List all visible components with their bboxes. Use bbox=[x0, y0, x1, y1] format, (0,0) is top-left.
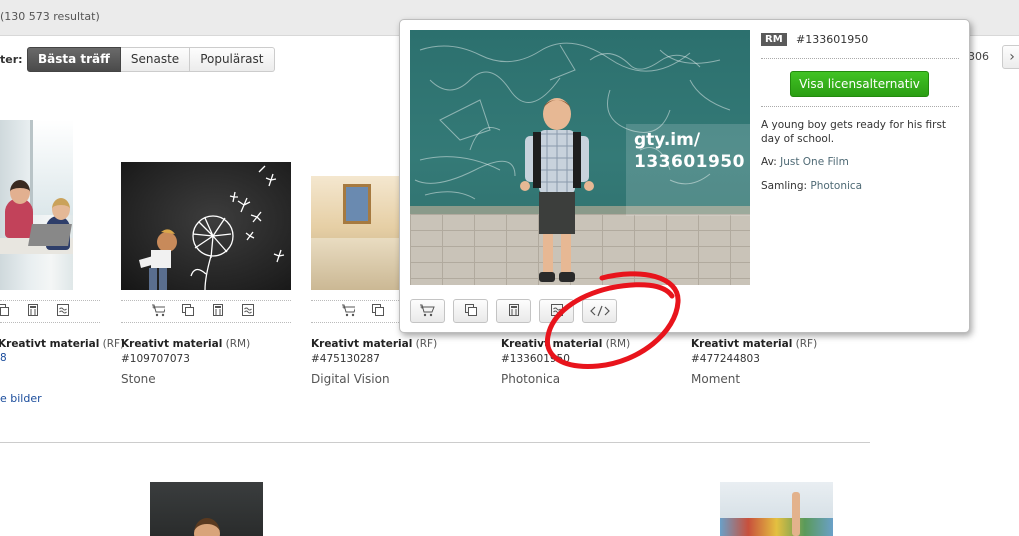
next-page-button[interactable]: › bbox=[1002, 45, 1019, 69]
lightbox-icon[interactable] bbox=[181, 303, 195, 317]
watermark-line-1: gty.im/ bbox=[634, 130, 701, 150]
result-thumbnail-3[interactable] bbox=[311, 176, 401, 290]
page-number: 306 bbox=[968, 50, 989, 63]
lightbox-icon[interactable] bbox=[0, 303, 10, 317]
add-to-lightbox-button[interactable] bbox=[453, 299, 488, 323]
result-collection[interactable]: Stone bbox=[121, 372, 250, 387]
sort-latest-button[interactable]: Senaste bbox=[120, 47, 191, 72]
similar-icon[interactable] bbox=[56, 303, 70, 317]
row-divider bbox=[0, 442, 870, 443]
result-title: Kreativt material bbox=[0, 338, 100, 350]
price-calculator-button[interactable] bbox=[496, 299, 531, 323]
divider bbox=[311, 300, 401, 301]
result-collection[interactable]: Digital Vision bbox=[311, 372, 437, 387]
photographer-link[interactable]: Just One Film bbox=[780, 156, 849, 168]
add-to-cart-icon bbox=[419, 302, 437, 321]
result-id: #109707073 bbox=[121, 353, 190, 365]
photographer-label: Av: bbox=[761, 156, 777, 168]
similar-icon bbox=[550, 302, 564, 321]
result-count: (130 573 resultat) bbox=[0, 10, 100, 23]
collection-line: Samling: Photonica bbox=[761, 180, 862, 192]
lightbox-icon[interactable] bbox=[371, 303, 385, 317]
divider bbox=[311, 322, 401, 323]
embed-code-icon bbox=[589, 302, 611, 321]
result-actions-2 bbox=[151, 303, 255, 317]
result-id: #133601950 bbox=[501, 353, 570, 365]
result-thumbnail-6[interactable] bbox=[150, 482, 263, 536]
result-license: (RF) bbox=[795, 338, 818, 350]
result-license: (RM) bbox=[605, 338, 631, 350]
license-badge: RM bbox=[761, 33, 787, 46]
result-meta-3: Kreativt material (RF) #475130287 Digita… bbox=[311, 337, 437, 387]
sort-label: ter: bbox=[0, 53, 23, 66]
result-meta-1: Kreativt material (RF) bbox=[0, 337, 124, 352]
result-id: #475130287 bbox=[311, 353, 380, 365]
result-actions-1 bbox=[0, 303, 70, 317]
add-to-cart-button[interactable] bbox=[410, 299, 445, 323]
more-images-link[interactable]: e bilder bbox=[0, 392, 42, 405]
result-title: Kreativt material bbox=[691, 338, 793, 350]
result-meta-2: Kreativt material (RM) #109707073 Stone bbox=[121, 337, 250, 387]
divider bbox=[121, 322, 291, 323]
watermark-line-2: 133601950 bbox=[634, 152, 745, 172]
calculator-icon[interactable] bbox=[26, 303, 40, 317]
embed-code-button[interactable] bbox=[582, 299, 617, 323]
photographer-line: Av: Just One Film bbox=[761, 156, 849, 168]
divider bbox=[761, 106, 959, 107]
result-title: Kreativt material bbox=[121, 338, 223, 350]
similar-images-button[interactable] bbox=[539, 299, 574, 323]
lightbox-icon bbox=[464, 302, 478, 321]
add-to-cart-icon[interactable] bbox=[151, 303, 165, 317]
image-id: #133601950 bbox=[796, 33, 869, 46]
divider bbox=[0, 300, 100, 301]
image-description: A young boy gets ready for his first day… bbox=[761, 119, 947, 145]
sort-best-match-button[interactable]: Bästa träff bbox=[27, 47, 121, 72]
result-license: (RF) bbox=[415, 338, 438, 350]
result-id-link[interactable]: 8 bbox=[0, 352, 7, 364]
result-meta-5: Kreativt material (RF) #477244803 Moment bbox=[691, 337, 817, 387]
calculator-icon[interactable] bbox=[211, 303, 225, 317]
result-title: Kreativt material bbox=[501, 338, 603, 350]
result-collection[interactable]: Photonica bbox=[501, 372, 630, 387]
result-thumbnail-2[interactable] bbox=[121, 162, 291, 290]
preview-actions bbox=[410, 299, 617, 323]
sort-group: Bästa träff Senaste Populärast bbox=[27, 47, 275, 72]
result-collection[interactable]: Moment bbox=[691, 372, 817, 387]
license-options-button[interactable]: Visa licensalternativ bbox=[790, 71, 929, 97]
result-meta-4: Kreativt material (RM) #133601950 Photon… bbox=[501, 337, 630, 387]
result-license: (RM) bbox=[225, 338, 251, 350]
result-thumbnail-7[interactable] bbox=[720, 482, 833, 536]
calculator-icon bbox=[507, 302, 521, 321]
sort-popular-button[interactable]: Populärast bbox=[190, 47, 275, 72]
result-thumbnail-1[interactable] bbox=[0, 120, 73, 290]
image-preview-popup: gty.im/ 133601950 RM #133601950 Visa lic… bbox=[399, 19, 970, 333]
divider bbox=[761, 58, 959, 59]
result-actions-3 bbox=[341, 303, 385, 317]
result-id: #477244803 bbox=[691, 353, 760, 365]
result-title: Kreativt material bbox=[311, 338, 413, 350]
divider bbox=[121, 300, 291, 301]
add-to-cart-icon[interactable] bbox=[341, 303, 355, 317]
similar-icon[interactable] bbox=[241, 303, 255, 317]
collection-label: Samling: bbox=[761, 180, 808, 192]
chevron-right-icon: › bbox=[1009, 49, 1015, 65]
watermark: gty.im/ 133601950 bbox=[626, 124, 750, 216]
preview-image[interactable]: gty.im/ 133601950 bbox=[410, 30, 750, 285]
divider bbox=[0, 322, 100, 323]
collection-link[interactable]: Photonica bbox=[810, 180, 862, 192]
